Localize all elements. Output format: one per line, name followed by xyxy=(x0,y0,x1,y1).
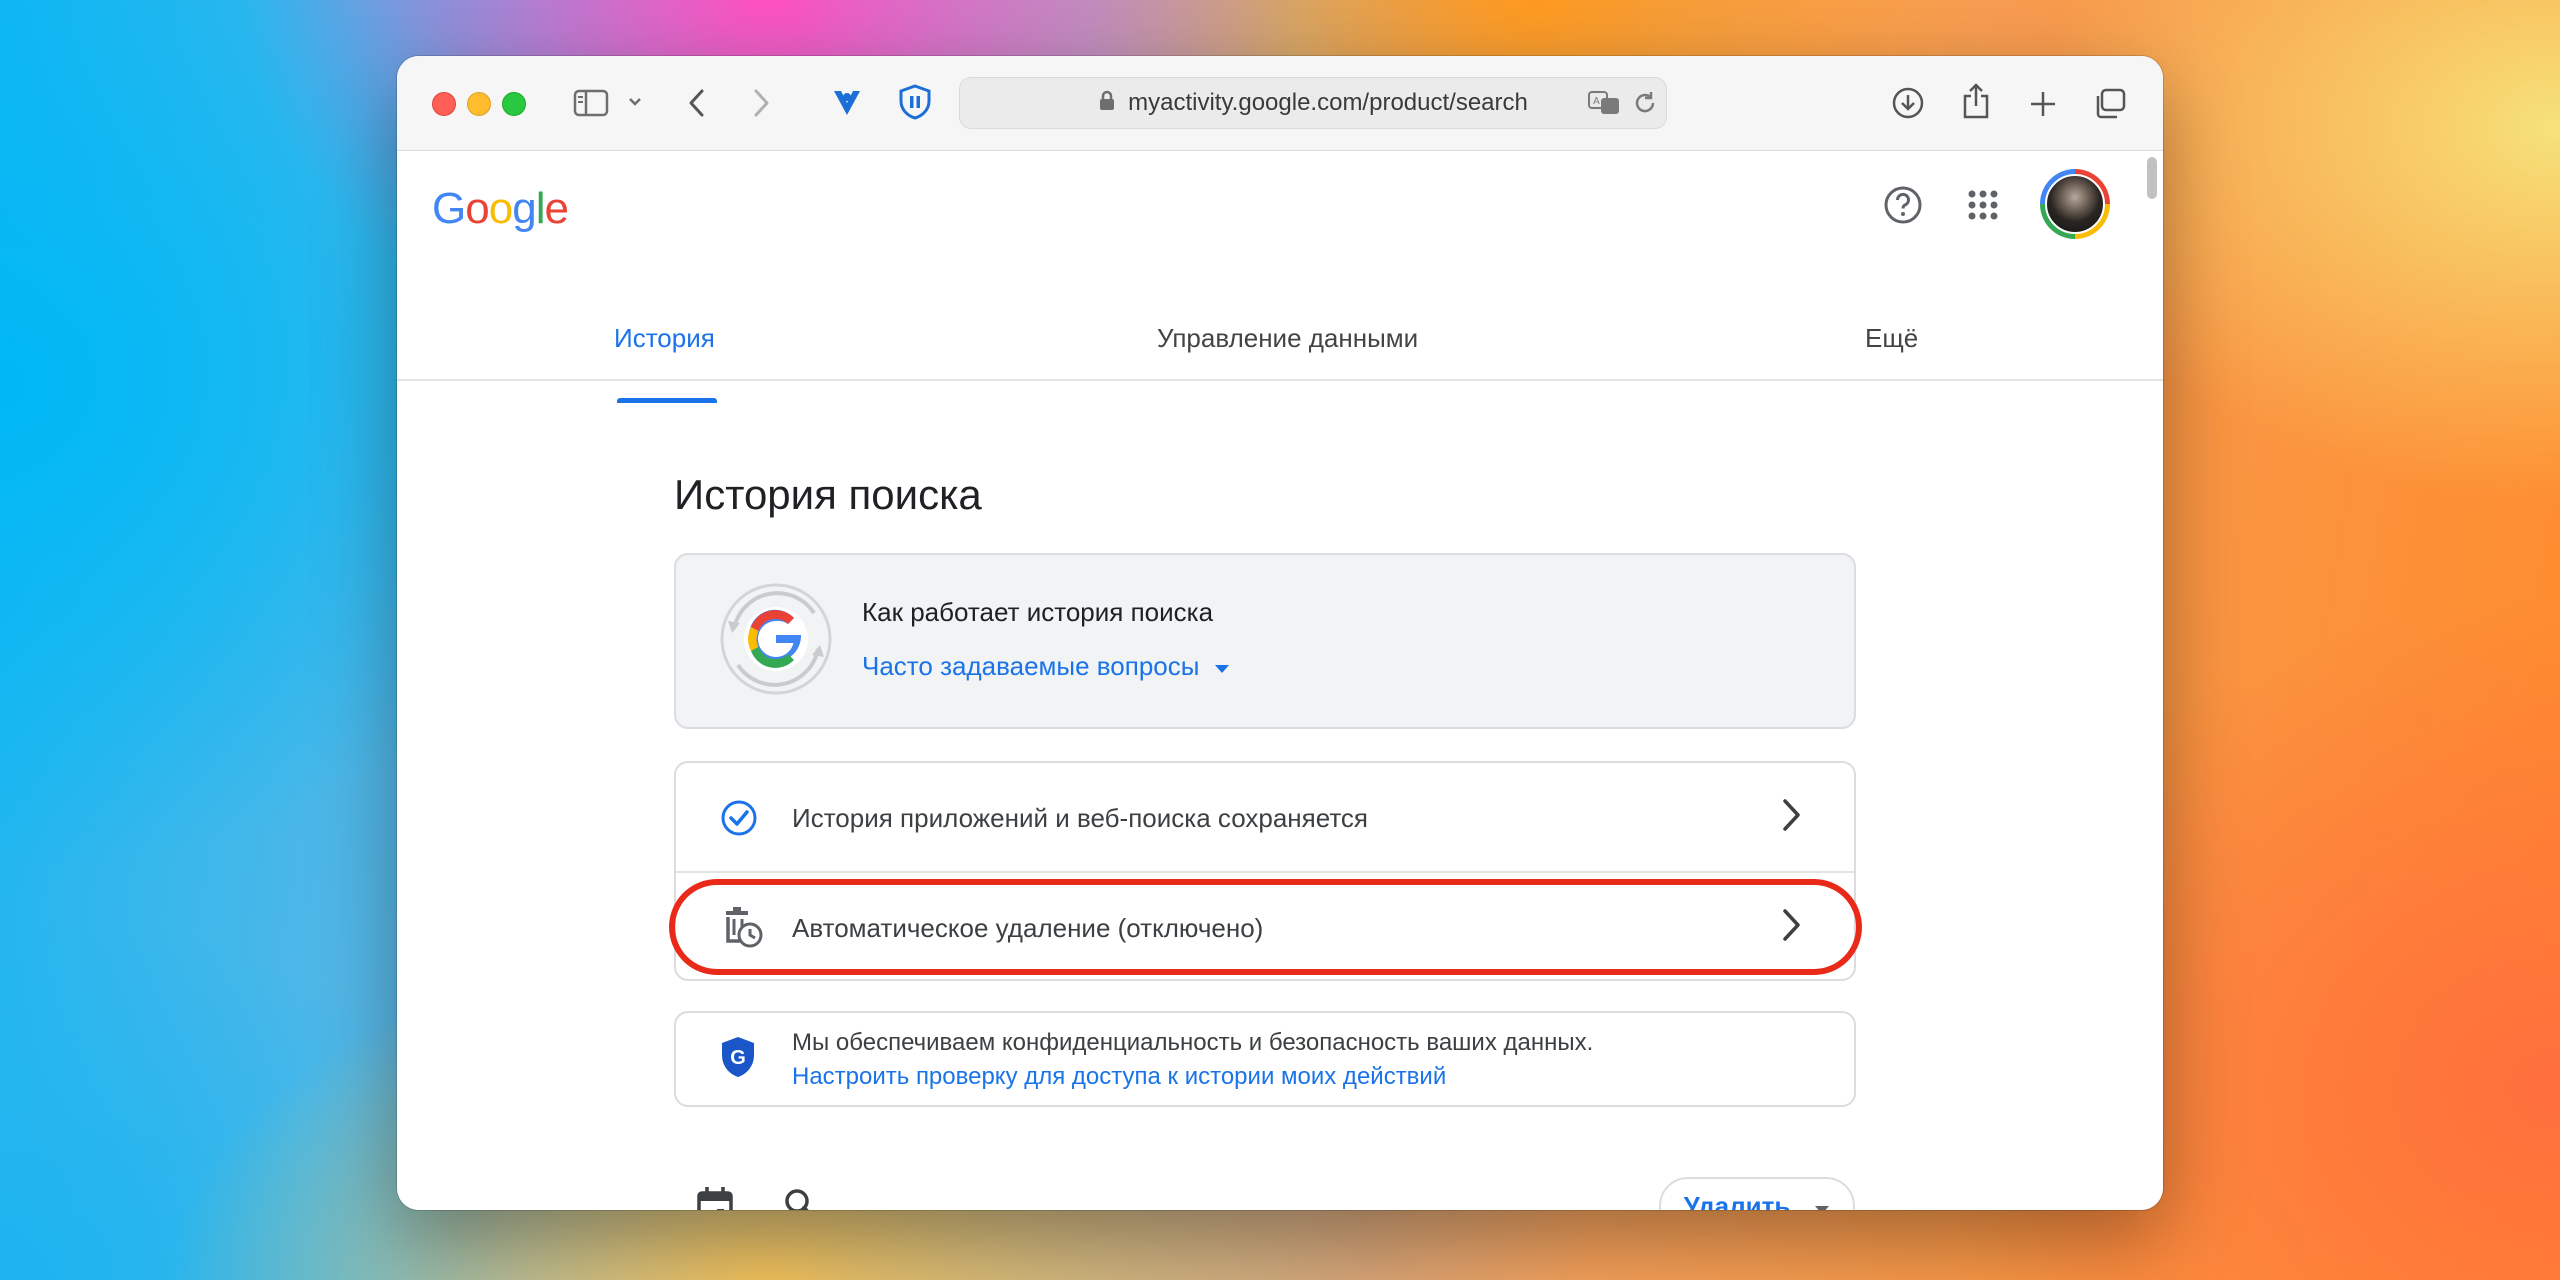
tab-bar: История Управление данными Ещё xyxy=(397,301,2163,381)
calendar-icon[interactable] xyxy=(695,1185,735,1210)
privacy-checkup-link[interactable]: Настроить проверку для доступа к истории… xyxy=(792,1063,1446,1091)
web-activity-label: История приложений и веб-поиска сохраняе… xyxy=(792,803,1369,833)
account-avatar[interactable] xyxy=(2040,169,2110,239)
address-bar[interactable]: myactivity.google.com/product/search A xyxy=(959,77,1667,129)
logo-letter: e xyxy=(544,184,569,233)
forward-icon[interactable] xyxy=(743,84,779,122)
download-icon[interactable] xyxy=(1889,84,1927,122)
svg-text:A: A xyxy=(1593,96,1600,107)
info-card-title: Как работает история поиска xyxy=(862,597,1214,627)
browser-toolbar: myactivity.google.com/product/search A xyxy=(397,56,2163,151)
google-shield-icon: G xyxy=(720,1035,756,1084)
privacy-card: G Мы обеспечиваем конфиденциальность и б… xyxy=(674,1011,1856,1107)
logo-letter: g xyxy=(512,184,537,233)
new-tab-icon[interactable] xyxy=(2025,86,2061,122)
zoom-window-button[interactable] xyxy=(502,92,526,116)
faq-link[interactable]: Часто задаваемые вопросы xyxy=(862,651,1231,682)
tab-data-management[interactable]: Управление данными xyxy=(1157,323,1418,354)
url-text: myactivity.google.com/product/search xyxy=(1128,89,1528,116)
web-activity-row[interactable]: История приложений и веб-поиска сохраняе… xyxy=(676,763,1854,871)
delete-button[interactable]: Удалить xyxy=(1659,1177,1855,1210)
caret-down-icon xyxy=(1213,651,1231,682)
tab-overview-icon[interactable] xyxy=(2091,86,2129,122)
logo-letter: o xyxy=(488,184,514,233)
page-content: Google История Управление данными Ещё Ис… xyxy=(397,151,2163,1210)
check-circle-icon xyxy=(720,799,758,842)
close-window-button[interactable] xyxy=(432,92,456,116)
privacy-text: Мы обеспечиваем конфиденциальность и без… xyxy=(792,1029,1594,1056)
search-icon[interactable] xyxy=(783,1187,819,1210)
avatar-photo xyxy=(2045,174,2105,234)
chevron-down-icon[interactable] xyxy=(625,92,645,112)
privacy-shield-icon[interactable] xyxy=(895,82,935,122)
faq-link-label: Часто задаваемые вопросы xyxy=(862,651,1200,681)
info-card: Как работает история поиска Часто задава… xyxy=(674,553,1856,729)
reload-icon[interactable] xyxy=(1632,90,1658,121)
scrollbar-thumb[interactable] xyxy=(2147,157,2157,199)
share-icon[interactable] xyxy=(1957,80,1995,122)
minimize-window-button[interactable] xyxy=(467,92,491,116)
translate-icon[interactable]: A xyxy=(1588,90,1620,121)
google-logo[interactable]: Google xyxy=(432,184,569,234)
extension-icon[interactable] xyxy=(827,82,867,122)
active-tab-indicator xyxy=(617,398,717,403)
caret-down-icon xyxy=(1814,1191,1830,1210)
apps-grid-icon[interactable] xyxy=(1963,185,2003,225)
sidebar-toggle-icon[interactable] xyxy=(571,86,611,120)
help-icon[interactable] xyxy=(1881,183,1925,227)
google-history-icon xyxy=(716,579,836,699)
chevron-right-icon xyxy=(1780,797,1802,838)
tab-more[interactable]: Ещё xyxy=(1865,323,1918,354)
highlight-annotation xyxy=(669,879,1862,975)
tab-history[interactable]: История xyxy=(614,323,715,354)
logo-letter: G xyxy=(432,184,466,233)
logo-letter: o xyxy=(465,184,490,233)
page-title: История поиска xyxy=(674,471,982,518)
browser-window: myactivity.google.com/product/search A G… xyxy=(397,56,2163,1210)
back-icon[interactable] xyxy=(679,84,715,122)
lock-icon xyxy=(1098,90,1116,117)
delete-button-label: Удалить xyxy=(1683,1190,1791,1211)
svg-text:G: G xyxy=(730,1047,746,1069)
